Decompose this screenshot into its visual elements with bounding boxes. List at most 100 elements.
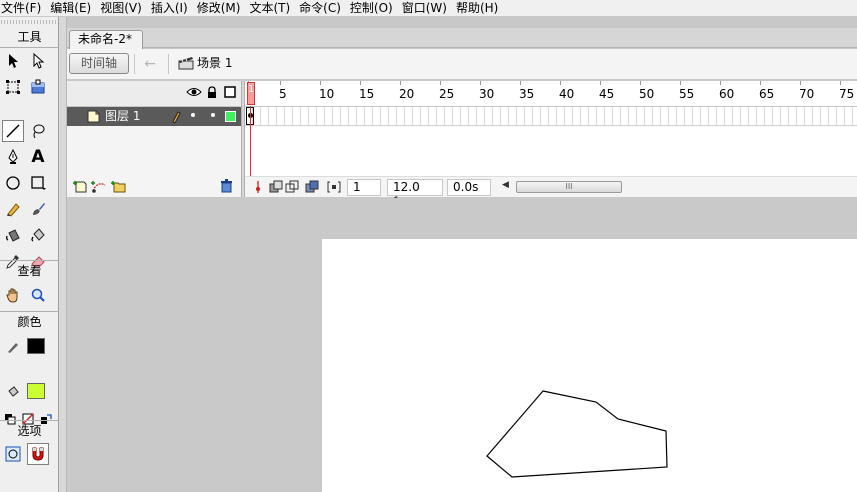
ruler-number: 50 [639, 87, 655, 101]
lasso-tool[interactable] [27, 120, 49, 142]
ruler-tick [800, 81, 801, 85]
line-tool[interactable] [2, 120, 24, 142]
scroll-left-arrow-icon[interactable]: ◀ [502, 180, 509, 190]
ruler-tick [360, 81, 361, 85]
ruler-number: 30 [479, 87, 495, 101]
eye-icon[interactable] [186, 86, 202, 102]
stroke-color-icon [2, 336, 24, 358]
ruler-number: 5 [279, 87, 287, 101]
pen-tool[interactable] [2, 146, 24, 168]
ruler-tick [480, 81, 481, 85]
layer-name[interactable]: 图层 1 [105, 108, 140, 125]
frame-rate-field[interactable]: 12.0 fps [387, 179, 443, 209]
insert-folder-icon[interactable] [111, 180, 126, 196]
menu-edit[interactable]: 编辑(E) [47, 0, 97, 16]
view-section-title: 查看 [17, 264, 42, 278]
brush-tool[interactable] [27, 198, 49, 220]
divider [134, 54, 135, 74]
fill-color-icon [2, 381, 24, 403]
fill-color-swatch[interactable] [27, 383, 45, 399]
edit-bar: 时间轴 ← 场景 1 [67, 49, 857, 80]
subselection-tool[interactable] [27, 50, 49, 72]
divider [0, 47, 59, 48]
layer-row[interactable]: 图层 1 [67, 107, 241, 126]
work-area[interactable] [67, 198, 857, 492]
ruler-tick [280, 81, 281, 85]
modify-onion-markers-icon[interactable] [327, 180, 341, 194]
free-transform-tool[interactable] [2, 76, 24, 98]
visibility-dot[interactable] [191, 113, 195, 117]
stage[interactable] [322, 239, 857, 492]
menu-bar: 文件(F) 编辑(E) 视图(V) 插入(I) 修改(M) 文本(T) 命令(C… [0, 0, 857, 16]
ruler-number: 35 [519, 87, 535, 101]
zoom-tool[interactable] [27, 284, 49, 306]
ruler-number: 60 [719, 87, 735, 101]
ruler-number: 25 [439, 87, 455, 101]
snap-magnet-icon[interactable] [27, 443, 49, 465]
ink-bottle-tool[interactable] [2, 224, 24, 246]
panel-grip[interactable] [1, 20, 58, 24]
ruler-number: 10 [319, 87, 335, 101]
ruler-tick [440, 81, 441, 85]
ruler-tick [640, 81, 641, 85]
center-frame-icon[interactable] [251, 180, 265, 194]
onion-skin-outlines-icon[interactable] [285, 180, 299, 194]
playhead-line [250, 106, 251, 176]
ruler-tick [840, 81, 841, 85]
current-frame-field[interactable]: 1 [347, 179, 381, 196]
onion-skin-icon[interactable] [269, 180, 283, 194]
pencil-tool[interactable] [2, 198, 24, 220]
pencil-edit-icon [171, 110, 181, 126]
scrollbar-thumb[interactable]: III [516, 181, 622, 193]
insert-layer-icon[interactable] [73, 180, 87, 196]
rectangle-tool[interactable] [27, 172, 49, 194]
ruler-number: 65 [759, 87, 775, 101]
menu-insert[interactable]: 插入(I) [148, 0, 194, 16]
stage-canvas [486, 390, 668, 478]
menu-help[interactable]: 帮助(H) [453, 0, 504, 16]
ruler-tick [400, 81, 401, 85]
outline-toggle-icon[interactable] [224, 86, 236, 102]
lock-icon[interactable] [206, 86, 218, 103]
menu-file[interactable]: 文件(F) [0, 0, 47, 16]
frame-row[interactable] [245, 107, 857, 126]
scene-label[interactable]: 场景 1 [197, 56, 232, 70]
layers-header [67, 81, 241, 107]
hand-tool[interactable] [2, 284, 24, 306]
ruler-number: 20 [399, 87, 415, 101]
menu-text[interactable]: 文本(T) [246, 0, 296, 16]
menu-modify[interactable]: 修改(M) [194, 0, 247, 16]
menu-commands[interactable]: 命令(C) [296, 0, 347, 16]
paint-bucket-tool[interactable] [27, 224, 49, 246]
frame-ruler[interactable]: 5 10 15 20 25 30 35 40 45 50 55 60 65 70 75 1 [245, 81, 857, 107]
panel-splitter[interactable] [59, 17, 67, 492]
playhead-frame-number: 1 [248, 84, 255, 95]
edit-multiple-frames-icon[interactable] [305, 180, 319, 194]
timeline-status-bar: 1 12.0 fps 0.0s ◀ III [245, 176, 857, 209]
scene-clapper-icon [178, 56, 194, 73]
playhead[interactable]: 1 [247, 82, 255, 105]
document-tab[interactable]: 未命名-2* [69, 30, 143, 49]
trash-icon[interactable] [220, 179, 233, 196]
menu-control[interactable]: 控制(O) [347, 0, 399, 16]
timeline-toggle-button[interactable]: 时间轴 [69, 53, 129, 74]
text-tool[interactable]: A [27, 146, 49, 168]
timeline-scrollbar[interactable]: ◀ III [500, 180, 630, 195]
lock-dot[interactable] [211, 113, 215, 117]
oval-tool[interactable] [2, 172, 24, 194]
ruler-number: 55 [679, 87, 695, 101]
tools-panel: 工具 A 查看 颜色 选项 [0, 17, 59, 492]
stroke-color-swatch[interactable] [27, 338, 45, 354]
motion-guide-icon[interactable] [91, 180, 107, 196]
divider [0, 260, 59, 261]
ruler-tick [680, 81, 681, 85]
menu-view[interactable]: 视图(V) [97, 0, 148, 16]
gradient-transform-icon[interactable] [27, 76, 49, 98]
layer-color-swatch[interactable] [225, 111, 236, 122]
object-drawing-icon[interactable] [2, 443, 24, 465]
selection-tool[interactable] [2, 50, 24, 72]
drawn-polygon[interactable] [486, 390, 668, 478]
menu-window[interactable]: 窗口(W) [399, 0, 453, 16]
back-arrow-icon[interactable]: ← [140, 54, 160, 74]
divider [0, 311, 59, 312]
